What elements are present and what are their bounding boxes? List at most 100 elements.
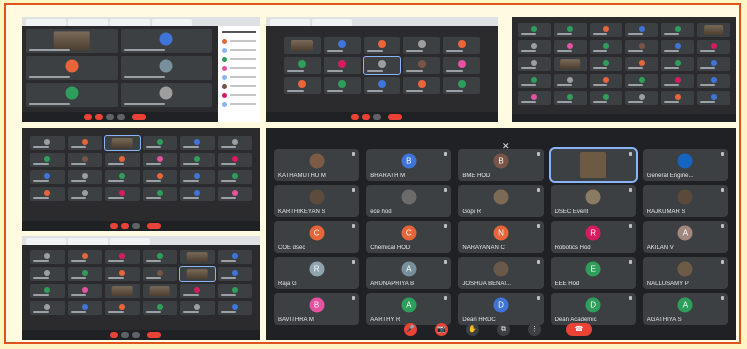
- participant-tile[interactable]: B BHARATH M: [366, 149, 452, 181]
- video-tile[interactable]: [323, 37, 361, 54]
- video-tile[interactable]: [661, 23, 695, 37]
- video-tile[interactable]: [105, 250, 140, 264]
- video-tile[interactable]: [105, 170, 140, 184]
- video-tile[interactable]: [284, 37, 321, 54]
- participant-tile[interactable]: R Robotics Hod: [550, 221, 636, 253]
- video-tile[interactable]: [142, 170, 177, 184]
- video-tile[interactable]: [553, 91, 587, 105]
- video-tile[interactable]: [553, 57, 587, 71]
- video-tile[interactable]: [697, 40, 730, 54]
- video-tile[interactable]: [180, 284, 215, 298]
- camera-button[interactable]: 📷: [435, 323, 448, 336]
- video-tile[interactable]: [625, 40, 659, 54]
- video-tile[interactable]: [518, 40, 551, 54]
- present-button[interactable]: ⧉: [497, 323, 510, 336]
- video-tile[interactable]: [443, 57, 480, 74]
- video-tile[interactable]: [589, 40, 623, 54]
- video-tile[interactable]: [180, 187, 215, 201]
- video-tile[interactable]: [363, 37, 401, 54]
- video-tile[interactable]: [443, 37, 480, 54]
- video-tile[interactable]: [30, 153, 65, 167]
- video-tile[interactable]: [553, 23, 587, 37]
- video-tile[interactable]: [217, 187, 252, 201]
- video-tile[interactable]: [105, 284, 140, 298]
- participant-tile[interactable]: R Raja G: [274, 257, 360, 289]
- participant-tile[interactable]: Gopi R: [458, 185, 544, 217]
- video-tile[interactable]: [553, 74, 587, 88]
- video-tile[interactable]: [120, 29, 212, 53]
- video-tile[interactable]: [661, 40, 695, 54]
- video-tile[interactable]: [217, 153, 252, 167]
- video-tile[interactable]: [403, 77, 441, 94]
- video-tile[interactable]: [30, 284, 65, 298]
- video-tile[interactable]: [26, 56, 118, 80]
- video-tile[interactable]: [217, 301, 252, 315]
- video-tile[interactable]: [553, 40, 587, 54]
- video-tile[interactable]: [217, 267, 252, 281]
- participant-tile[interactable]: ece hod: [366, 185, 452, 217]
- video-tile[interactable]: [403, 57, 441, 74]
- video-tile[interactable]: [323, 77, 361, 94]
- video-tile[interactable]: [589, 57, 623, 71]
- participant-tile[interactable]: E EEE Hod: [550, 257, 636, 289]
- video-tile[interactable]: [67, 136, 102, 150]
- participant-tile[interactable]: General Engine...: [642, 149, 728, 181]
- video-tile[interactable]: [180, 170, 215, 184]
- participant-tile[interactable]: D Dean Academic: [550, 293, 636, 325]
- participant-tile[interactable]: RAJKUMAR S: [642, 185, 728, 217]
- video-tile[interactable]: [30, 187, 65, 201]
- participant-tile[interactable]: C COE dsec: [274, 221, 360, 253]
- video-tile[interactable]: [362, 56, 402, 75]
- video-tile[interactable]: [217, 170, 252, 184]
- participant-tile[interactable]: A AGATHIYA S: [642, 293, 728, 325]
- video-tile[interactable]: [625, 23, 659, 37]
- video-tile[interactable]: [142, 187, 177, 201]
- participant-tile[interactable]: A ARUNAPRIYA B: [366, 257, 452, 289]
- video-tile[interactable]: [518, 57, 551, 71]
- video-tile[interactable]: [217, 250, 252, 264]
- mic-button[interactable]: 🎤: [404, 323, 417, 336]
- video-tile[interactable]: [120, 56, 212, 80]
- video-tile[interactable]: [697, 74, 730, 88]
- video-tile[interactable]: [697, 91, 730, 105]
- participant-tile[interactable]: A AKILAN V: [642, 221, 728, 253]
- participant-tile[interactable]: DSEC Event: [550, 185, 636, 217]
- video-tile[interactable]: [518, 74, 551, 88]
- raise-hand-button[interactable]: ✋: [466, 323, 479, 336]
- participant-tile[interactable]: NALLUSAMY P: [642, 257, 728, 289]
- participant-tile[interactable]: KARTHIKEYAN S: [274, 185, 360, 217]
- video-tile[interactable]: [518, 23, 551, 37]
- video-tile[interactable]: [284, 57, 321, 74]
- video-tile[interactable]: [697, 57, 730, 71]
- video-tile[interactable]: [179, 266, 216, 282]
- end-call-button[interactable]: ☎: [566, 323, 592, 336]
- video-tile[interactable]: [284, 77, 321, 94]
- video-tile[interactable]: [217, 136, 252, 150]
- participant-tile[interactable]: D Dean HRDC: [458, 293, 544, 325]
- video-tile[interactable]: [26, 83, 118, 107]
- video-tile[interactable]: [67, 284, 102, 298]
- video-tile[interactable]: [589, 74, 623, 88]
- participant-tile[interactable]: B BME HOD: [458, 149, 544, 181]
- video-tile[interactable]: [217, 284, 252, 298]
- video-tile[interactable]: [67, 250, 102, 264]
- video-tile[interactable]: [142, 301, 177, 315]
- video-tile[interactable]: [142, 284, 177, 298]
- participant-tile[interactable]: B BAVITHRA M: [274, 293, 360, 325]
- video-tile[interactable]: [180, 136, 215, 150]
- video-tile[interactable]: [403, 37, 441, 54]
- participant-tile[interactable]: N NARAYANAN C: [458, 221, 544, 253]
- video-tile[interactable]: [30, 301, 65, 315]
- video-tile[interactable]: [67, 187, 102, 201]
- video-tile[interactable]: [589, 23, 623, 37]
- video-tile[interactable]: [67, 153, 102, 167]
- video-tile[interactable]: [589, 91, 623, 105]
- video-tile[interactable]: [180, 301, 215, 315]
- more-options-button[interactable]: ⋮: [528, 323, 541, 336]
- video-tile[interactable]: [142, 136, 177, 150]
- video-tile[interactable]: [180, 153, 215, 167]
- participant-tile[interactable]: KATHAMUTHU M: [274, 149, 360, 181]
- video-tile[interactable]: [443, 77, 480, 94]
- video-tile[interactable]: [625, 74, 659, 88]
- video-tile[interactable]: [142, 250, 177, 264]
